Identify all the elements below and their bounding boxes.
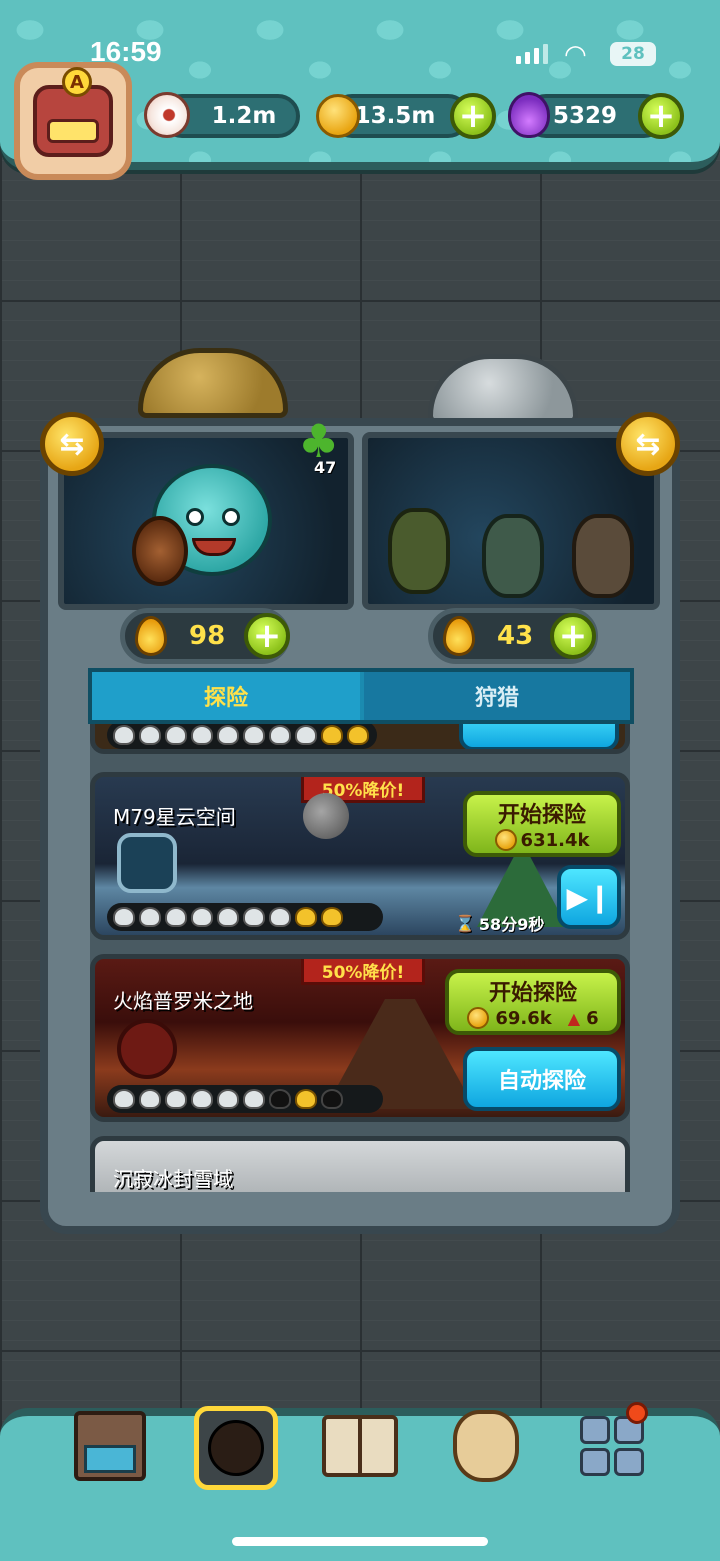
skull-progress (107, 724, 377, 749)
swap-right-button[interactable]: ⇆ (616, 412, 680, 476)
nav-shop[interactable] (70, 1406, 150, 1486)
start-expedition-button[interactable]: 开始探险 631.4k (463, 791, 621, 857)
clover-count: 47 (314, 458, 337, 477)
add-potions-button[interactable]: + (638, 93, 684, 139)
expedition-card-m79[interactable]: 50%降价! M79星云空间 开始探险 631.4k ▶❙ ⌛ 58分9秒 (90, 772, 630, 940)
expedition-list: 50%降价! M79星云空间 开始探险 631.4k ▶❙ ⌛ 58分9秒 50… (90, 724, 630, 1192)
notification-dot (626, 1402, 648, 1424)
nav-expedition[interactable] (194, 1406, 278, 1490)
monster-portrait-icon: A (33, 67, 113, 157)
monster-nav-icon (208, 1420, 264, 1476)
shop-building-icon (74, 1411, 146, 1481)
start-label: 开始探险 (497, 803, 586, 828)
add-left-energy-button[interactable]: + (244, 613, 290, 659)
cost-value: 69.6k (495, 1007, 552, 1029)
hourglass-icon: ⌛ (455, 913, 475, 933)
timer-value: 58分9秒 (478, 915, 545, 934)
auto-explore-button-partial[interactable] (459, 724, 619, 749)
expedition-title: 火焰普罗米之地 (113, 989, 253, 1013)
eyes-value: 1.2m (211, 103, 277, 129)
skull-progress (107, 903, 383, 931)
potions-value: 5329 (552, 103, 617, 129)
enemy-window (362, 432, 660, 610)
potion-icon (508, 92, 550, 138)
start-label: 开始探险 (488, 981, 577, 1006)
cost-value: 631.4k (520, 829, 590, 851)
nav-bag[interactable] (446, 1406, 526, 1486)
home-indicator[interactable] (232, 1537, 488, 1546)
coin-icon (316, 94, 360, 138)
coin-bag-icon (453, 1410, 519, 1482)
nebula-emblem-icon (117, 833, 177, 893)
cost-row: 631.4k (494, 829, 590, 851)
mode-tabs: 探险 狩猎 (88, 668, 634, 724)
left-energy-value: 98 (189, 621, 226, 651)
enemy-gunner-icon (482, 514, 544, 598)
rank-badge: A (62, 67, 92, 97)
signal-icon (516, 44, 548, 64)
auto-explore-button[interactable]: 自动探险 (463, 1047, 621, 1111)
ticket-value: 6 (586, 1007, 599, 1029)
fuel-drop-icon (135, 616, 167, 656)
fire-emblem-icon (117, 1019, 177, 1079)
skull-progress (107, 1085, 383, 1113)
coins-value: 13.5m (354, 103, 436, 129)
wooden-shield-icon (132, 516, 188, 586)
battery-icon: 28 (610, 42, 656, 66)
wifi-icon: ◠ (564, 40, 587, 70)
player-avatar[interactable]: A (14, 62, 132, 180)
expedition-title: 沉寂冰封雪域 (113, 1167, 233, 1191)
expedition-card-fire[interactable]: 50%降价! 火焰普罗米之地 开始探险 69.6k ▲ 6 自动探险 (90, 954, 630, 1122)
tab-explore[interactable]: 探险 (92, 672, 360, 720)
cost-row: 69.6k ▲ 6 (467, 1007, 599, 1029)
enemy-commando-icon (572, 514, 634, 598)
coin-icon (467, 1007, 490, 1029)
add-right-energy-button[interactable]: + (550, 613, 596, 659)
expedition-timer: ⌛ 58分9秒 (455, 911, 544, 935)
start-expedition-button[interactable]: 开始探险 69.6k ▲ 6 (445, 969, 621, 1035)
coin-icon (494, 829, 517, 851)
eyeball-icon (144, 92, 190, 138)
expedition-card-partial (90, 724, 630, 754)
sale-badge: 50%降价! (301, 959, 425, 985)
tab-hunt[interactable]: 狩猎 (364, 672, 630, 720)
fuel-drop-icon (443, 616, 475, 656)
nav-book[interactable] (320, 1406, 400, 1486)
swap-left-button[interactable]: ⇆ (40, 412, 104, 476)
add-coins-button[interactable]: + (450, 93, 496, 139)
enemy-soldier-icon (388, 508, 450, 594)
planet-icon (303, 793, 349, 839)
ticket-icon: ▲ (567, 1008, 581, 1028)
expedition-card-ice[interactable]: 沉寂冰封雪域 (90, 1136, 630, 1192)
expedition-title: M79星云空间 (113, 805, 236, 829)
right-energy-value: 43 (497, 621, 534, 651)
skip-timer-button[interactable]: ▶❙ (557, 865, 621, 929)
book-icon (322, 1415, 398, 1477)
grid-menu-icon (580, 1416, 644, 1476)
